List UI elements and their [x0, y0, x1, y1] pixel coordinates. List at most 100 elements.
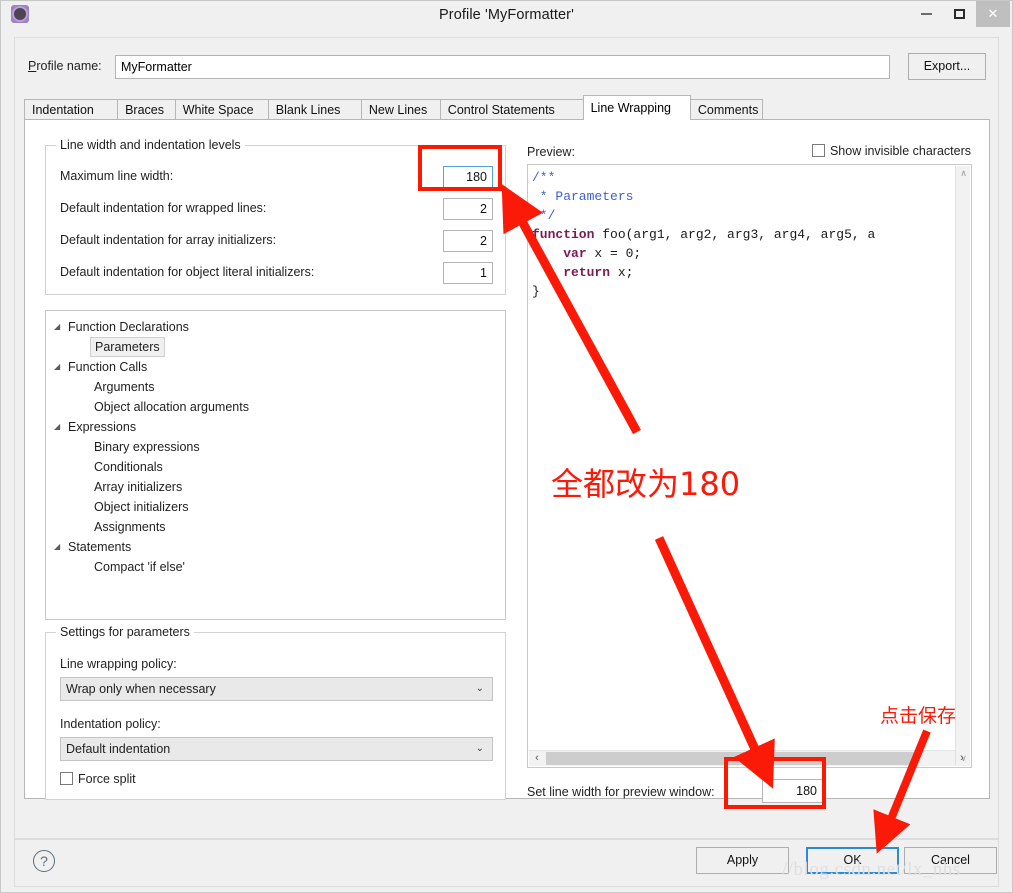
tree-item[interactable]: Assignments: [46, 517, 505, 537]
force-split-checkbox[interactable]: Force split: [60, 772, 136, 786]
line-width-row-label: Default indentation for array initialize…: [60, 233, 277, 247]
dialog-body: Profile name: MyFormatter Export... Inde…: [14, 37, 999, 839]
tree-item[interactable]: ◢ Expressions: [46, 417, 505, 437]
show-invisible-label: Show invisible characters: [829, 144, 971, 158]
code-line: var x = 0;: [532, 244, 952, 263]
code-line: return x;: [532, 263, 952, 282]
tree-item-label: Statements: [68, 540, 132, 554]
horizontal-scroll-thumb[interactable]: [546, 752, 917, 765]
show-invisible-checkbox-box[interactable]: [811, 144, 825, 157]
maximize-button[interactable]: [943, 1, 976, 27]
preview-vertical-scrollbar[interactable]: ∧ ∨: [955, 166, 970, 766]
tree-item-label: Assignments: [94, 520, 166, 534]
help-icon[interactable]: ?: [33, 850, 55, 872]
export-button[interactable]: Export...: [908, 53, 986, 80]
code-line: * Parameters: [532, 187, 952, 206]
cancel-button[interactable]: Cancel: [904, 847, 997, 874]
preview-horizontal-scrollbar[interactable]: ‹ ›: [529, 750, 964, 766]
preview-code-text: /** * Parameters */ function foo(arg1, ar…: [532, 168, 952, 301]
code-token: foo(arg1, arg2, arg3, arg4, arg5, a: [594, 227, 876, 242]
code-token: */: [532, 208, 556, 223]
line-width-row-label: Maximum line width:: [60, 169, 174, 183]
tree-item[interactable]: Array initializers: [46, 477, 505, 497]
annotation-change-all-to-180: 全都改为180: [551, 465, 741, 503]
profile-name-input[interactable]: MyFormatter: [115, 55, 890, 79]
indentation-policy-label: Indentation policy:: [60, 717, 161, 731]
apply-button[interactable]: Apply: [696, 847, 789, 874]
code-line: function foo(arg1, arg2, arg3, arg4, arg…: [532, 225, 952, 244]
line-width-row-input[interactable]: 1: [443, 262, 493, 284]
line-wrapping-panel: Line width and indentation levels Maximu…: [24, 119, 990, 803]
tree-item[interactable]: Conditionals: [46, 457, 505, 477]
minimize-button[interactable]: [910, 1, 943, 27]
code-token: /**: [532, 170, 556, 185]
tree-item-label: Object initializers: [94, 500, 189, 514]
code-token: * Parameters: [532, 189, 634, 204]
profile-label-rest: rofile name:: [36, 59, 102, 73]
code-token: x = 0;: [586, 246, 642, 261]
expand-triangle-icon[interactable]: ◢: [54, 357, 65, 377]
tree-item-label: Expressions: [68, 420, 137, 434]
tree-item[interactable]: Binary expressions: [46, 437, 505, 457]
expand-triangle-icon[interactable]: ◢: [54, 537, 65, 557]
tree-item-label: Function Calls: [68, 360, 148, 374]
tree-item[interactable]: Parameters: [46, 337, 505, 357]
indentation-policy-value: Default indentation: [66, 742, 171, 756]
tab-control-statements[interactable]: Control Statements: [439, 99, 584, 120]
tree-item-label: Array initializers: [94, 480, 183, 494]
tab-bar: Indentation Braces White Space Blank Lines N…: [24, 95, 990, 120]
tab-line-wrapping[interactable]: Line Wrapping: [582, 95, 691, 120]
settings-group-legend: Settings for parameters: [56, 625, 194, 639]
line-width-group: Line width and indentation levels Maximu…: [45, 138, 506, 295]
tab-indentation[interactable]: Indentation: [24, 99, 119, 120]
show-invisible-characters-checkbox[interactable]: Show invisible characters: [811, 144, 971, 158]
tree-item[interactable]: ◢ Function Declarations: [46, 317, 505, 337]
tree-item[interactable]: Compact 'if else': [46, 557, 505, 577]
chevron-down-icon: ⌄: [475, 743, 484, 754]
code-token: var: [563, 246, 587, 261]
tab-white-space[interactable]: White Space: [174, 99, 269, 120]
dialog-footer: ? Apply OK Cancel: [14, 839, 999, 887]
ok-button[interactable]: OK: [806, 847, 899, 874]
tab-new-lines[interactable]: New Lines: [360, 99, 441, 120]
force-split-checkbox-box[interactable]: [60, 772, 73, 785]
set-line-width-input[interactable]: 180: [762, 779, 824, 803]
scroll-left-icon[interactable]: ‹: [529, 751, 545, 766]
tab-braces[interactable]: Braces: [117, 99, 176, 120]
wrapping-elements-tree[interactable]: ◢ Function Declarations Parameters ◢ Functio…: [45, 310, 506, 620]
expand-triangle-icon[interactable]: ◢: [54, 317, 65, 337]
chevron-down-icon: ⌄: [475, 683, 484, 694]
tree-item-label: Function Declarations: [68, 320, 189, 334]
set-line-width-label: Set line width for preview window:: [527, 785, 715, 799]
line-wrapping-policy-label: Line wrapping policy:: [60, 657, 177, 671]
line-width-row-input[interactable]: 180: [443, 166, 493, 188]
tree-item[interactable]: ◢ Function Calls: [46, 357, 505, 377]
line-width-row: Default indentation for wrapped lines: 2: [60, 198, 493, 220]
scroll-up-icon[interactable]: ∧: [956, 166, 971, 181]
scroll-right-icon[interactable]: ›: [954, 751, 970, 766]
line-width-row: Default indentation for object literal i…: [60, 262, 493, 284]
expand-triangle-icon[interactable]: ◢: [54, 417, 65, 437]
tree-item[interactable]: Object initializers: [46, 497, 505, 517]
preview-label: Preview:: [527, 145, 575, 159]
tree-item-label: Conditionals: [94, 460, 163, 474]
tab-comments[interactable]: Comments: [689, 99, 763, 120]
annotation-click-save: 点击保存: [880, 705, 957, 727]
tree-item[interactable]: Object allocation arguments: [46, 397, 505, 417]
tree-item-label: Compact 'if else': [94, 560, 185, 574]
line-width-row: Default indentation for array initialize…: [60, 230, 493, 252]
line-wrapping-policy-select[interactable]: Wrap only when necessary ⌄: [60, 677, 493, 701]
indentation-policy-select[interactable]: Default indentation ⌄: [60, 737, 493, 761]
line-width-row-input[interactable]: 2: [443, 230, 493, 252]
tree-item[interactable]: ◢ Statements: [46, 537, 505, 557]
tab-blank-lines[interactable]: Blank Lines: [267, 99, 362, 120]
line-wrapping-policy-value: Wrap only when necessary: [66, 682, 216, 696]
close-button[interactable]: ✕: [976, 1, 1010, 27]
line-width-row-input[interactable]: 2: [443, 198, 493, 220]
tree-item[interactable]: Arguments: [46, 377, 505, 397]
profile-formatter-dialog: Profile 'MyFormatter' ✕ Profile name: My…: [0, 0, 1013, 893]
title-bar: Profile 'MyFormatter' ✕: [1, 1, 1012, 29]
code-line: /**: [532, 168, 952, 187]
line-width-row-label: Default indentation for object literal i…: [60, 265, 315, 279]
